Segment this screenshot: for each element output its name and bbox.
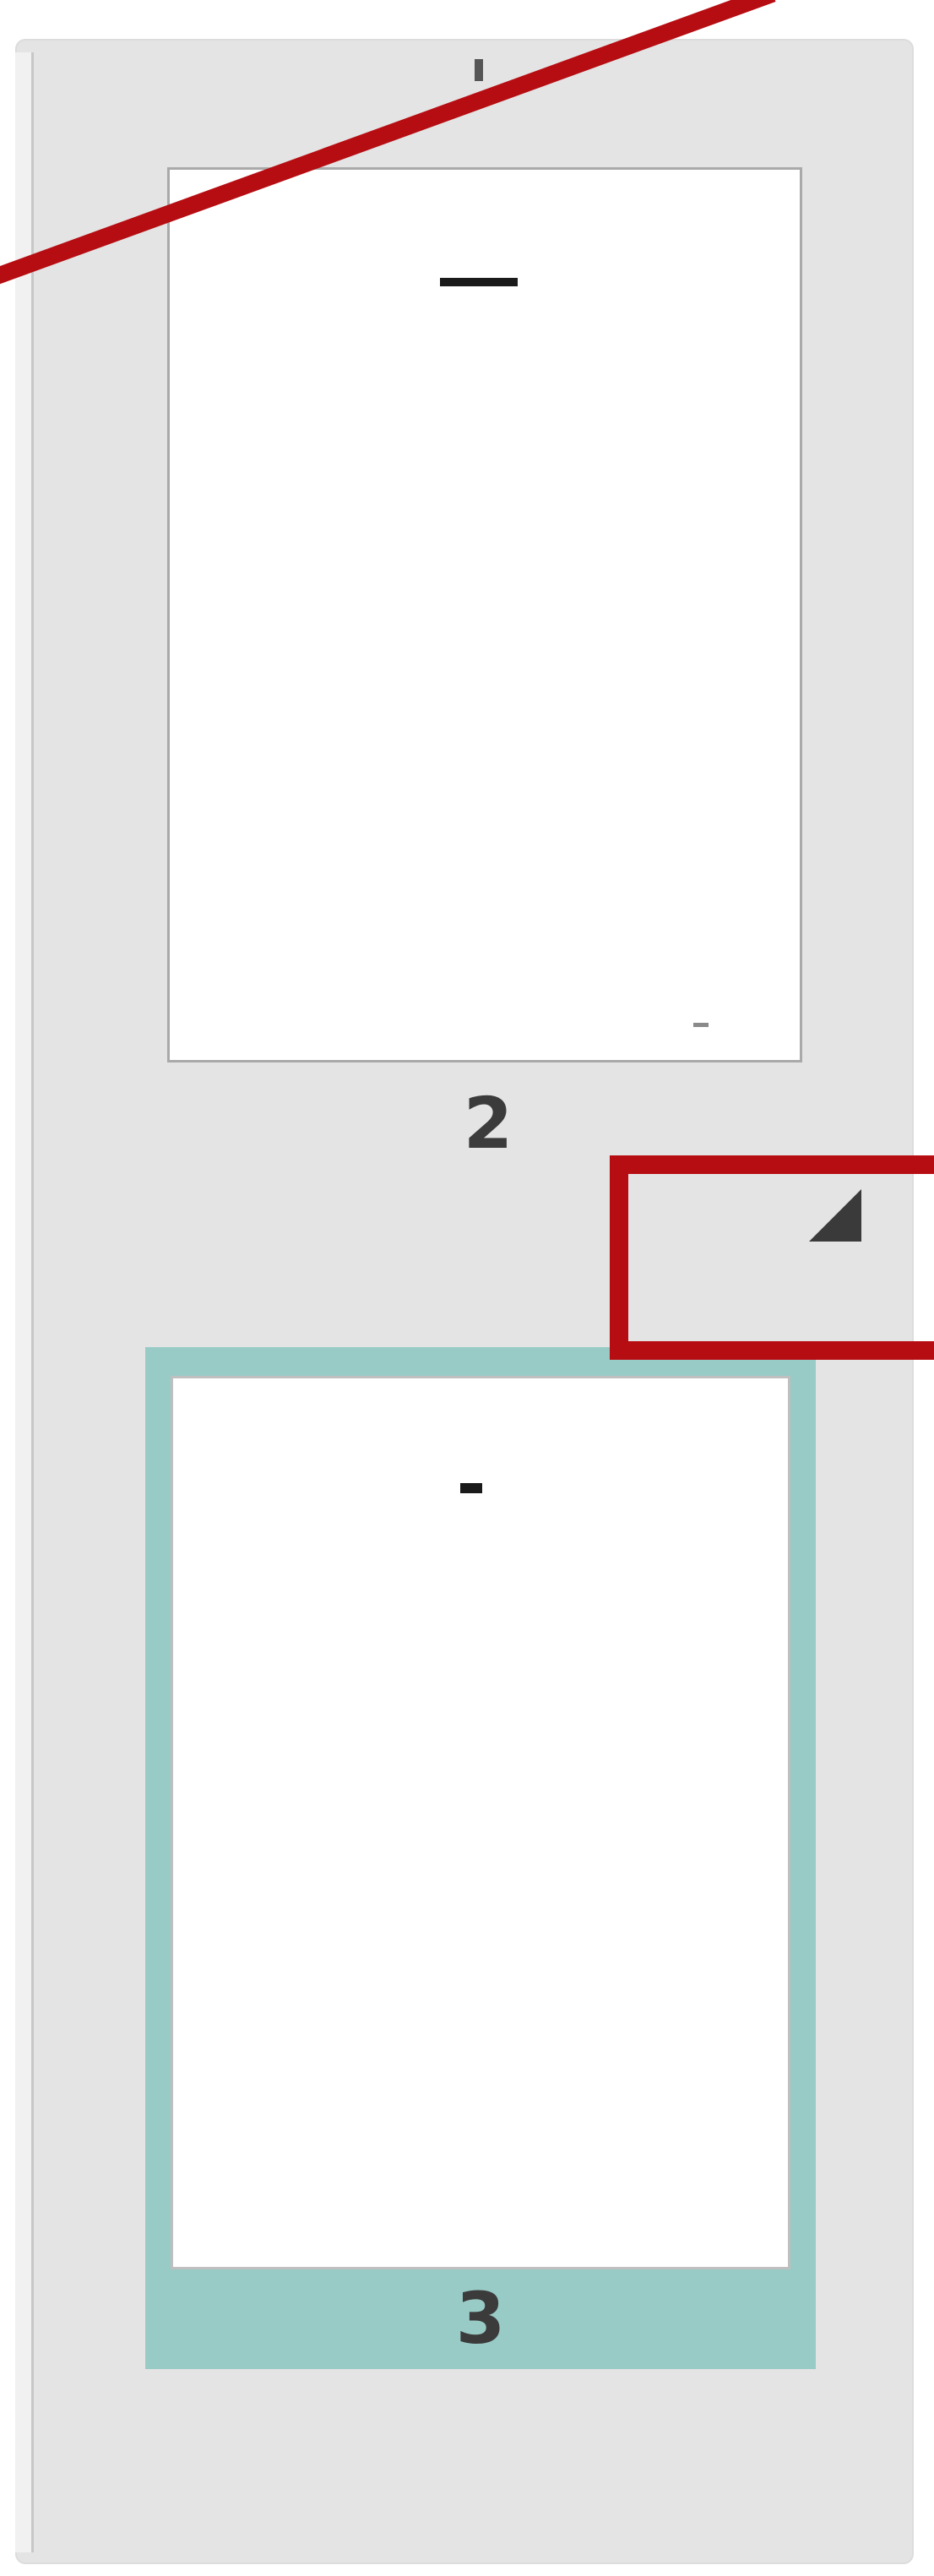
annotation-red-box — [610, 1155, 934, 1360]
page-1-number-fragment — [475, 59, 483, 81]
panel-left-edge — [15, 52, 34, 2552]
page-number-3: 3 — [455, 2277, 506, 2360]
page-3-heading-text — [460, 1483, 482, 1493]
page-2-heading-text — [440, 278, 518, 286]
screenshot-stage: 2 3 — [0, 0, 934, 2576]
page-2-footer-mark — [693, 1023, 709, 1027]
page-number-2: 2 — [463, 1082, 513, 1165]
selected-page-frame[interactable]: 3 — [145, 1347, 816, 2369]
page-thumbnail-3[interactable] — [171, 1376, 790, 2269]
page-thumbnail-2[interactable] — [167, 167, 802, 1062]
